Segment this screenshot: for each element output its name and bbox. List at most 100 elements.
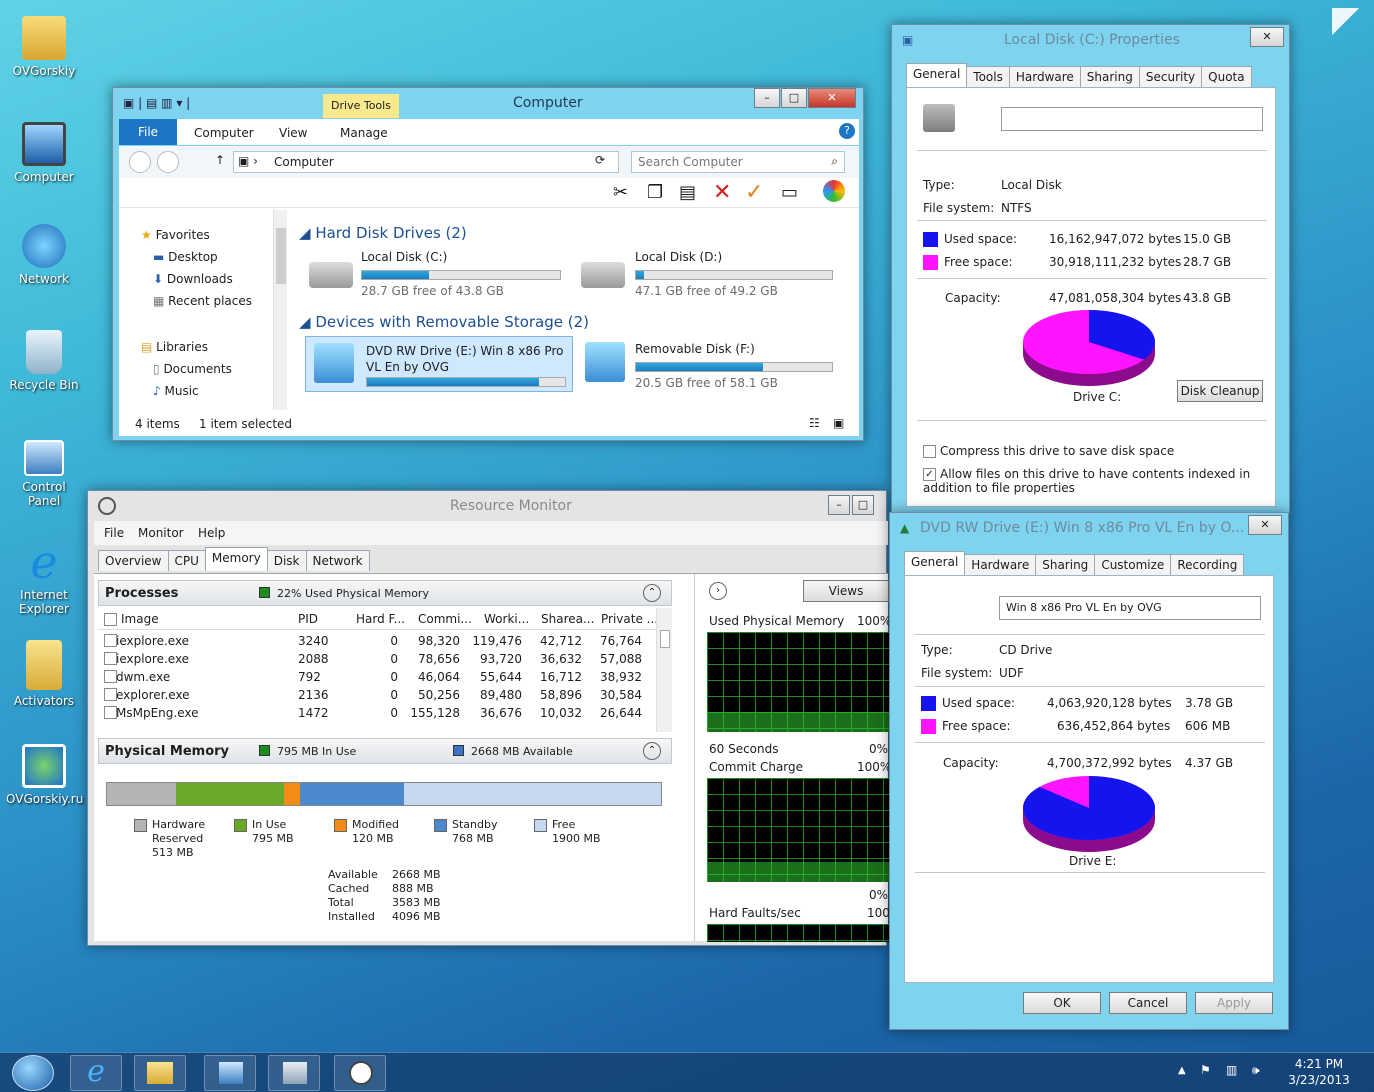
- copy-icon[interactable]: ❐: [647, 182, 663, 203]
- dvd-label-input[interactable]: Win 8 x86 Pro VL En by OVG: [999, 596, 1261, 620]
- nav-downloads[interactable]: ⬇ Downloads: [153, 272, 233, 286]
- file-explorer-icon[interactable]: [134, 1055, 186, 1091]
- menu-help[interactable]: Help: [198, 526, 225, 540]
- tab-general[interactable]: General: [906, 63, 968, 87]
- show-hidden-icons[interactable]: ▲: [1178, 1065, 1186, 1076]
- maximize-button[interactable]: □: [781, 88, 807, 108]
- desktop-icon-activators[interactable]: Activators: [6, 640, 82, 708]
- resmon-minimize-button[interactable]: –: [828, 495, 850, 515]
- process-row[interactable]: MsMpEng.exe 1472 0 155,128 36,676 10,032 26,64…: [98, 704, 654, 722]
- col-commit[interactable]: Commi...: [418, 612, 472, 626]
- clock[interactable]: 4:21 PM 3/23/2013: [1284, 1056, 1354, 1088]
- tab-security[interactable]: Security: [1138, 66, 1203, 87]
- tab-hardware-e[interactable]: Hardware: [964, 554, 1037, 575]
- nav-favorites[interactable]: ★ Favorites: [141, 228, 210, 242]
- col-hard-faults[interactable]: Hard F...: [356, 612, 405, 626]
- tab-overview[interactable]: Overview: [98, 550, 169, 571]
- tab-tools[interactable]: Tools: [966, 66, 1010, 87]
- help-icon[interactable]: ?: [839, 123, 855, 139]
- desktop-icon-recycle-bin[interactable]: Recycle Bin: [6, 330, 82, 392]
- select-all-checkbox[interactable]: [104, 613, 117, 626]
- delete-icon[interactable]: ✕: [713, 180, 731, 205]
- tiles-view-icon[interactable]: ▣: [833, 416, 844, 430]
- index-checkbox[interactable]: ✓ Allow files on this drive to have conte…: [923, 467, 1263, 495]
- close-button[interactable]: ✕: [808, 88, 856, 108]
- process-row[interactable]: dwm.exe 792 0 46,064 55,644 16,712 38,932: [98, 668, 654, 686]
- resmon-maximize-button[interactable]: □: [852, 495, 874, 515]
- col-private[interactable]: Private ...: [601, 612, 658, 626]
- ribbon-tab-file[interactable]: File: [119, 119, 177, 145]
- desktop-icon-ovgorskiy[interactable]: OVGorskiy: [6, 16, 82, 78]
- cut-icon[interactable]: ✂: [613, 182, 628, 203]
- minimize-button[interactable]: –: [754, 88, 780, 108]
- drive-f[interactable]: Removable Disk (F:) 20.5 GB free of 58.1…: [577, 336, 847, 392]
- volume-icon[interactable]: 🕪: [1252, 1063, 1260, 1078]
- back-button[interactable]: [129, 151, 151, 173]
- cancel-button[interactable]: Cancel: [1109, 992, 1187, 1014]
- desktop-icon-control-panel[interactable]: Control Panel: [6, 440, 82, 508]
- drive-c[interactable]: Local Disk (C:) 28.7 GB free of 43.8 GB: [305, 248, 575, 298]
- desktop-icon-network[interactable]: Network: [6, 224, 82, 286]
- properties-icon[interactable]: ▭: [781, 182, 798, 203]
- col-working[interactable]: Worki...: [484, 612, 529, 626]
- tab-sharing[interactable]: Sharing: [1079, 66, 1140, 87]
- process-row[interactable]: iexplore.exe 2088 0 78,656 93,720 36,632 57,08…: [98, 650, 654, 668]
- nav-music[interactable]: ♪ Music: [153, 384, 199, 398]
- search-box[interactable]: Search Computer ⌕: [631, 151, 845, 173]
- ok-button[interactable]: OK: [1023, 992, 1101, 1014]
- control-panel-icon[interactable]: [204, 1055, 256, 1091]
- drive-e[interactable]: DVD RW Drive (E:) Win 8 x86 Pro VL En by…: [305, 336, 573, 392]
- process-scrollbar[interactable]: [656, 608, 672, 732]
- col-shareable[interactable]: Sharea...: [541, 612, 594, 626]
- drive-tools-tab[interactable]: Drive Tools: [323, 94, 399, 118]
- nav-recent[interactable]: ▦ Recent places: [153, 294, 252, 308]
- nav-desktop[interactable]: ▬ Desktop: [153, 250, 218, 264]
- ribbon-tab-view[interactable]: View: [279, 126, 307, 140]
- quick-access-toolbar[interactable]: ▣ | ▤ ▥ ▾ |: [123, 96, 223, 112]
- tab-disk[interactable]: Disk: [266, 550, 307, 571]
- tab-cpu[interactable]: CPU: [167, 550, 206, 571]
- up-button[interactable]: ↑: [215, 153, 225, 167]
- tab-sharing-e[interactable]: Sharing: [1035, 554, 1096, 575]
- tab-general-e[interactable]: General: [904, 551, 966, 575]
- internet-explorer-icon[interactable]: e: [70, 1055, 122, 1091]
- processes-header[interactable]: Processes 22% Used Physical Memory ⌃: [98, 580, 672, 606]
- views-button[interactable]: Views: [803, 580, 889, 602]
- physical-memory-header[interactable]: Physical Memory 795 MB In Use 2668 MB Av…: [98, 738, 672, 764]
- ribbon-tab-computer[interactable]: Computer: [194, 126, 254, 140]
- address-bar[interactable]: ▣ › Computer: [233, 151, 619, 173]
- ribbon-tab-manage[interactable]: Manage: [340, 126, 388, 140]
- menu-file[interactable]: File: [104, 526, 124, 540]
- details-view-icon[interactable]: ☷: [809, 416, 820, 430]
- col-image[interactable]: Image: [104, 612, 159, 626]
- tab-network[interactable]: Network: [305, 550, 370, 571]
- properties-c-close-button[interactable]: ✕: [1250, 27, 1284, 47]
- drive-label-input[interactable]: [1001, 107, 1263, 131]
- process-row[interactable]: explorer.exe 2136 0 50,256 89,480 58,896 30,58…: [98, 686, 654, 704]
- tab-quota[interactable]: Quota: [1201, 66, 1252, 87]
- collapse-physical-icon[interactable]: ⌃: [643, 742, 661, 760]
- system-info-icon[interactable]: [268, 1055, 320, 1091]
- corner-app-icon[interactable]: [1332, 8, 1366, 42]
- disk-cleanup-button[interactable]: Disk Cleanup: [1177, 380, 1263, 402]
- collapse-processes-icon[interactable]: ⌃: [643, 584, 661, 602]
- graph-expand-icon[interactable]: ›: [709, 582, 727, 600]
- desktop-icon-ovgorskiy-ru[interactable]: OVGorskiy.ru: [6, 744, 83, 806]
- network-tray-icon[interactable]: ▥: [1226, 1063, 1237, 1077]
- action-center-flag-icon[interactable]: ⚑: [1200, 1063, 1211, 1077]
- process-row[interactable]: iexplore.exe 3240 0 98,320 119,476 42,712 76,7…: [98, 632, 654, 650]
- tab-memory[interactable]: Memory: [204, 547, 268, 571]
- drive-d[interactable]: Local Disk (D:) 47.1 GB free of 49.2 GB: [577, 248, 847, 298]
- menu-monitor[interactable]: Monitor: [138, 526, 184, 540]
- rename-icon[interactable]: ✓: [745, 180, 763, 205]
- desktop-icon-computer[interactable]: Computer: [6, 122, 82, 184]
- tab-customize[interactable]: Customize: [1094, 554, 1172, 575]
- nav-scrollbar[interactable]: [273, 210, 287, 410]
- color-wheel-icon[interactable]: [823, 180, 845, 202]
- group-removable[interactable]: ◢ Devices with Removable Storage (2): [299, 313, 589, 331]
- process-scroll-thumb[interactable]: [660, 630, 670, 648]
- properties-e-close-button[interactable]: ✕: [1248, 515, 1282, 535]
- tab-hardware[interactable]: Hardware: [1008, 66, 1081, 87]
- apply-button[interactable]: Apply: [1195, 992, 1273, 1014]
- group-hdd[interactable]: ◢ Hard Disk Drives (2): [299, 224, 467, 242]
